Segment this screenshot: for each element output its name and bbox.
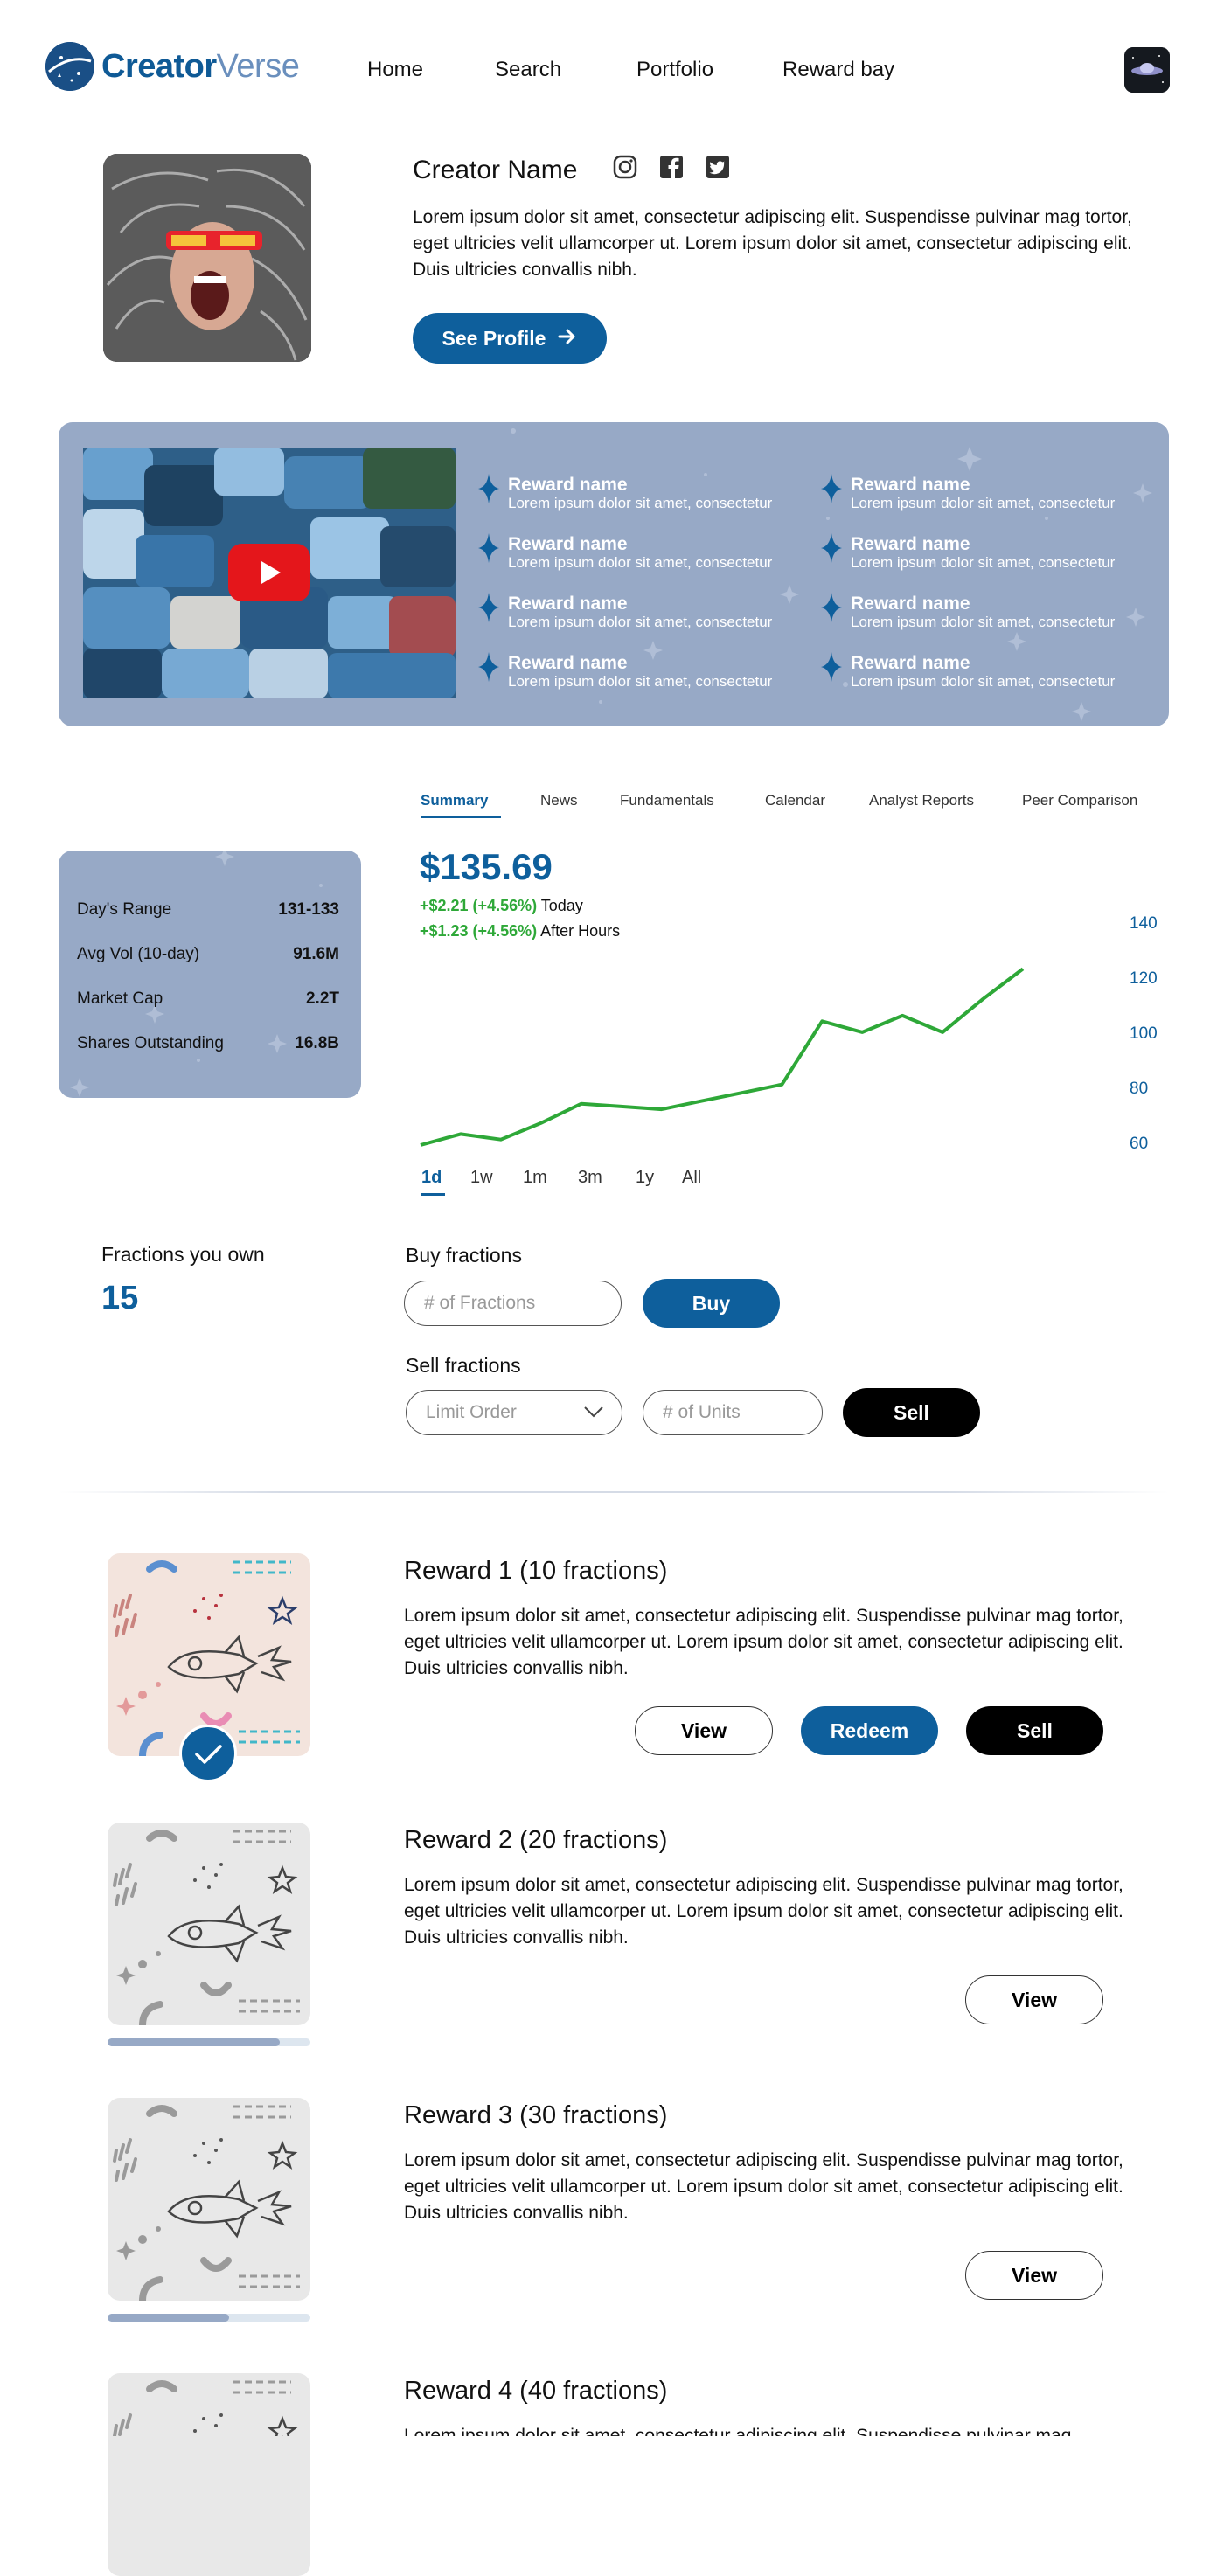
banner-reward-item[interactable]: Reward name Lorem ipsum dolor sit amet, c…: [508, 594, 849, 631]
reward-3-progress: [108, 2314, 310, 2322]
range-1d[interactable]: 1d: [421, 1168, 442, 1188]
reward-4-image[interactable]: [108, 2373, 310, 2576]
star-icon: [478, 474, 499, 503]
tab-fundamentals[interactable]: Fundamentals: [620, 792, 714, 809]
tab-active-indicator: [421, 816, 501, 818]
reward-4-title: Reward 4 (40 fractions): [404, 2377, 668, 2405]
reward-2-view-button[interactable]: View: [965, 1975, 1103, 2024]
fractions-input[interactable]: # of Fractions: [404, 1281, 622, 1326]
fractions-owned-label: Fractions you own: [101, 1243, 265, 1266]
star-icon: [478, 533, 499, 563]
range-1y[interactable]: 1y: [636, 1168, 654, 1188]
section-divider: [59, 1491, 1169, 1493]
range-1m[interactable]: 1m: [523, 1168, 547, 1188]
logo-globe-icon: [45, 42, 94, 91]
order-type-select[interactable]: Limit Order: [406, 1390, 622, 1435]
play-button-icon[interactable]: [228, 544, 310, 601]
facebook-icon[interactable]: [658, 154, 685, 180]
twitter-icon[interactable]: [705, 154, 731, 180]
creator-name: Creator Name: [413, 156, 578, 184]
tab-summary[interactable]: Summary: [421, 792, 488, 809]
star-icon: [821, 533, 842, 563]
logo[interactable]: CreatorVerse: [45, 42, 300, 91]
banner-reward-item[interactable]: Reward name Lorem ipsum dolor sit amet, c…: [508, 476, 849, 512]
star-icon: [478, 593, 499, 622]
see-profile-button[interactable]: See Profile: [413, 313, 607, 364]
reward-1-view-button[interactable]: View: [635, 1706, 773, 1755]
creator-description: Lorem ipsum dolor sit amet, consectetur …: [413, 207, 1132, 280]
reward-1-description: Lorem ipsum dolor sit amet, consectetur …: [404, 1606, 1123, 1678]
instagram-icon[interactable]: [612, 154, 638, 180]
reward-3-view-button[interactable]: View: [965, 2251, 1103, 2300]
buy-button[interactable]: Buy: [643, 1279, 780, 1328]
sell-button[interactable]: Sell: [843, 1388, 980, 1437]
nav-home[interactable]: Home: [367, 58, 423, 82]
reward-3-description: Lorem ipsum dolor sit amet, consectetur …: [404, 2150, 1123, 2223]
sparkle-background-icon: [70, 851, 323, 1097]
nav-search[interactable]: Search: [495, 58, 561, 82]
units-input[interactable]: # of Units: [643, 1390, 823, 1435]
nav-portfolio[interactable]: Portfolio: [636, 58, 713, 82]
user-avatar[interactable]: [1124, 47, 1170, 93]
sell-fractions-label: Sell fractions: [406, 1354, 521, 1377]
reward-3-image[interactable]: [108, 2098, 310, 2301]
tab-peer-comparison[interactable]: Peer Comparison: [1022, 792, 1137, 809]
reward-1-redeem-button[interactable]: Redeem: [801, 1706, 938, 1755]
see-profile-label: See Profile: [442, 326, 546, 350]
y-axis-tick-label: 100: [1130, 1024, 1158, 1043]
banner-reward-item[interactable]: Reward name Lorem ipsum dolor sit amet, c…: [508, 535, 849, 572]
banner-reward-item[interactable]: Reward name Lorem ipsum dolor sit amet, c…: [851, 654, 1192, 691]
range-all[interactable]: All: [682, 1168, 701, 1188]
star-icon: [821, 474, 842, 503]
creator-photo: [103, 154, 311, 362]
banner-reward-item[interactable]: Reward name Lorem ipsum dolor sit amet, c…: [851, 476, 1192, 512]
y-axis-tick-label: 80: [1130, 1080, 1149, 1098]
stat-days-range: Day's Range 131-133: [77, 900, 339, 919]
y-axis-tick-label: 120: [1130, 969, 1158, 988]
reward-3-progress-fill: [108, 2314, 230, 2322]
tab-analyst-reports[interactable]: Analyst Reports: [869, 792, 974, 809]
reward-1-sell-button[interactable]: Sell: [966, 1706, 1103, 1755]
fractions-owned-value: 15: [101, 1280, 139, 1316]
banner-reward-item[interactable]: Reward name Lorem ipsum dolor sit amet, c…: [851, 535, 1192, 572]
y-axis-tick-label: 140: [1130, 914, 1158, 933]
reward-3-title: Reward 3 (30 fractions): [404, 2101, 668, 2129]
tab-news[interactable]: News: [540, 792, 578, 809]
y-axis-tick-label: 60: [1130, 1135, 1149, 1153]
buy-fractions-label: Buy fractions: [406, 1244, 522, 1267]
reward-2-progress-fill: [108, 2038, 281, 2046]
star-icon: [821, 652, 842, 682]
range-1w[interactable]: 1w: [470, 1168, 493, 1188]
star-icon: [478, 652, 499, 682]
arrow-right-icon: [558, 327, 577, 351]
reward-2-image[interactable]: [108, 1823, 310, 2025]
stat-shares-outstanding: Shares Outstanding 16.8B: [77, 1034, 339, 1052]
logo-text: CreatorVerse: [101, 47, 300, 85]
banner-reward-item[interactable]: Reward name Lorem ipsum dolor sit amet, c…: [851, 594, 1192, 631]
reward-2-progress: [108, 2038, 310, 2046]
tab-calendar[interactable]: Calendar: [765, 792, 825, 809]
range-active-indicator: [421, 1193, 445, 1196]
stat-market-cap: Market Cap 2.2T: [77, 989, 339, 1008]
owned-check-icon: [179, 1725, 237, 1782]
nav-reward-bay[interactable]: Reward bay: [782, 58, 894, 82]
reward-1-title: Reward 1 (10 fractions): [404, 1557, 668, 1585]
stat-avg-vol: Avg Vol (10-day) 91.6M: [77, 945, 339, 963]
reward-2-title: Reward 2 (20 fractions): [404, 1826, 668, 1854]
range-3m[interactable]: 3m: [578, 1168, 602, 1188]
reward-4-description: Lorem ipsum dolor sit amet, consectetur …: [404, 2426, 1072, 2436]
star-icon: [821, 593, 842, 622]
banner-reward-item[interactable]: Reward name Lorem ipsum dolor sit amet, c…: [508, 654, 849, 691]
chevron-down-icon: [583, 1402, 604, 1423]
stats-card: [59, 851, 361, 1098]
reward-2-description: Lorem ipsum dolor sit amet, consectetur …: [404, 1875, 1123, 1948]
price-chart: [420, 967, 1025, 1147]
price-line: [420, 967, 1025, 1147]
stock-price: $135.69: [420, 846, 553, 887]
order-type-value: Limit Order: [426, 1402, 517, 1422]
